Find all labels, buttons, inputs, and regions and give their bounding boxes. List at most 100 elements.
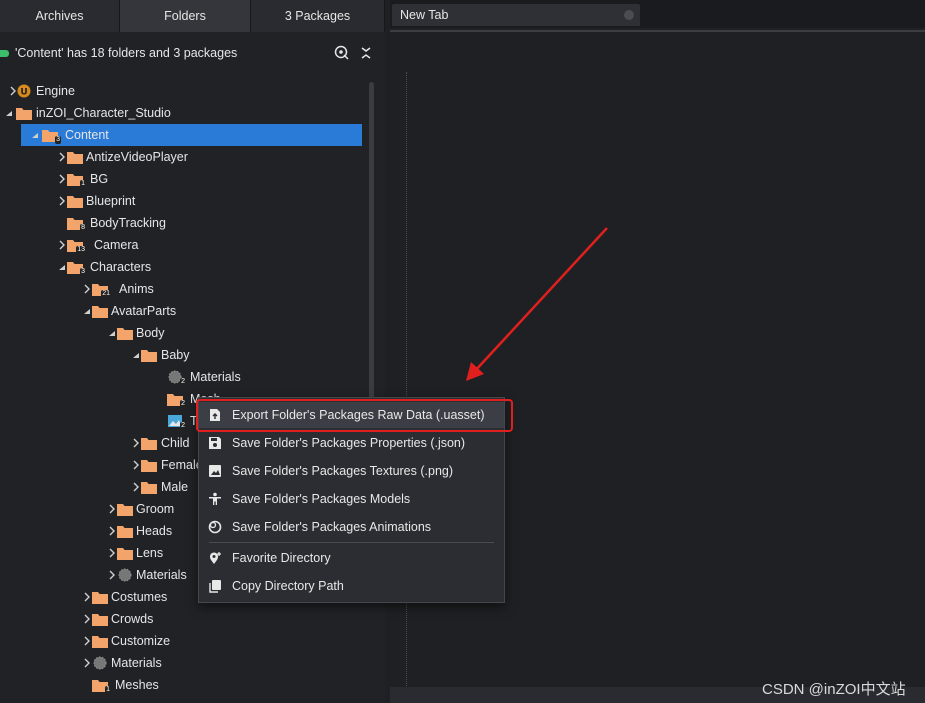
tree-item[interactable]: Customize <box>0 630 372 652</box>
image-icon <box>209 465 221 477</box>
folder-icon: 8 <box>67 216 86 232</box>
indent-guide <box>406 72 407 700</box>
save-properties-item[interactable]: Save Folder's Packages Properties (.json… <box>199 430 504 456</box>
texture-icon: 2 <box>167 414 186 430</box>
tree-item[interactable]: Body <box>0 322 372 344</box>
chevron-right-icon[interactable] <box>107 501 117 517</box>
tree-item[interactable]: 13 Camera <box>0 234 372 256</box>
tree-item[interactable]: Blueprint <box>0 190 372 212</box>
tab-folders[interactable]: Folders <box>120 0 251 32</box>
chevron-right-icon[interactable] <box>57 237 67 253</box>
save-textures-label: Save Folder's Packages Textures (.png) <box>232 464 454 478</box>
tree-item[interactable]: Crowds <box>0 608 372 630</box>
package-count-badge: 2 <box>180 400 186 408</box>
save-models-item[interactable]: Save Folder's Packages Models <box>199 486 504 512</box>
folder-icon <box>16 106 32 120</box>
tree-item[interactable]: 1 Meshes <box>0 674 372 696</box>
folder-icon <box>117 524 133 538</box>
chevron-right-icon[interactable] <box>131 435 141 451</box>
tab-packages[interactable]: 3 Packages <box>251 0 385 32</box>
tree-item-label: BG <box>90 172 109 186</box>
tree-item[interactable]: Materials <box>0 652 372 674</box>
folder-status-row: 'Content' has 18 folders and 3 packages <box>0 36 385 70</box>
folder-icon: 3 <box>42 128 61 144</box>
chevron-down-icon[interactable] <box>107 325 117 341</box>
chevron-right-icon[interactable] <box>57 149 67 165</box>
copy-directory-path-item[interactable]: Copy Directory Path <box>199 573 504 599</box>
tree-item[interactable]: inZOI_Character_Studio <box>0 102 372 124</box>
folder-icon <box>92 634 108 648</box>
tree-item-label: Costumes <box>111 590 168 604</box>
chevron-right-icon[interactable] <box>107 567 117 583</box>
folder-icon: 3 <box>67 260 86 276</box>
chevron-down-icon[interactable] <box>30 127 40 143</box>
tree-item[interactable]: 3 Characters <box>0 256 372 278</box>
tree-item[interactable]: 21 Anims <box>0 278 372 300</box>
tree-item-label: Heads <box>136 524 173 538</box>
tree-item-label: Body <box>136 326 165 340</box>
tree-item-label: Groom <box>136 502 175 516</box>
tree-item-label: Anims <box>119 282 154 296</box>
tree-item-label: Characters <box>90 260 152 274</box>
save-textures-item[interactable]: Save Folder's Packages Textures (.png) <box>199 458 504 484</box>
folder-icon: 21 <box>92 282 111 298</box>
chevron-right-icon[interactable] <box>82 589 92 605</box>
folder-icon <box>92 590 108 604</box>
tree-item[interactable]: 8 BodyTracking <box>0 212 372 234</box>
chevron-right-icon[interactable] <box>131 457 141 473</box>
chevron-right-icon[interactable] <box>131 479 141 495</box>
tree-item-label: Content <box>65 128 109 142</box>
chevron-right-icon[interactable] <box>107 545 117 561</box>
save-animations-item[interactable]: Save Folder's Packages Animations <box>199 514 504 540</box>
menu-separator <box>209 542 494 543</box>
chevron-right-icon[interactable] <box>82 633 92 649</box>
folder-icon <box>117 502 133 516</box>
tree-item-label: Engine <box>36 84 75 98</box>
folder-icon: 2 <box>167 392 186 408</box>
favorite-directory-item[interactable]: Favorite Directory <box>199 545 504 571</box>
package-count-badge: 1 <box>105 686 111 694</box>
chevron-down-icon[interactable] <box>131 347 141 363</box>
folder-icon <box>92 612 108 626</box>
chevron-right-icon[interactable] <box>82 655 92 671</box>
tab-new-tab[interactable]: New Tab <box>392 4 640 26</box>
tree-item[interactable]: 1 BG <box>0 168 372 190</box>
watermark: CSDN @inZOI中文站 <box>762 681 906 698</box>
tree-item[interactable]: AvatarParts <box>0 300 372 322</box>
tree-item[interactable]: 2 Materials <box>0 366 372 388</box>
save-properties-label: Save Folder's Packages Properties (.json… <box>232 436 466 450</box>
folder-icon <box>141 348 157 362</box>
tree-item-label: Child <box>161 436 190 450</box>
chevron-down-icon[interactable] <box>57 259 67 275</box>
chevron-down-icon[interactable] <box>4 105 14 121</box>
chevron-right-icon[interactable] <box>82 281 92 297</box>
tab-archives[interactable]: Archives <box>0 0 120 32</box>
tree-item[interactable]: 3 Content <box>0 124 372 146</box>
chevron-right-icon[interactable] <box>57 193 67 209</box>
tree-scrollbar[interactable] <box>369 82 374 442</box>
tree-item[interactable]: AntizeVideoPlayer <box>0 146 372 168</box>
save-animations-label: Save Folder's Packages Animations <box>232 520 432 534</box>
tree-item-label: Lens <box>136 546 164 560</box>
tree-item-label: Crowds <box>111 612 154 626</box>
chevron-right-icon[interactable] <box>57 171 67 187</box>
locate-folder-icon[interactable] <box>334 45 350 61</box>
collapse-all-icon[interactable] <box>358 45 374 61</box>
chevron-right-icon[interactable] <box>82 611 92 627</box>
tree-item[interactable]: U Engine <box>0 80 372 102</box>
tree-item-label: Female <box>161 458 203 472</box>
chevron-down-icon[interactable] <box>82 303 92 319</box>
folder-icon <box>92 304 108 318</box>
folder-icon <box>117 326 133 340</box>
tree-item[interactable]: Baby <box>0 344 372 366</box>
folder-icon <box>117 546 133 560</box>
chevron-right-icon[interactable] <box>107 523 117 539</box>
package-count-badge: 1 <box>80 180 86 188</box>
save-icon <box>209 437 221 449</box>
person-model-icon <box>209 492 221 505</box>
package-count-badge: 13 <box>76 246 86 254</box>
main-tabbar: New Tab <box>390 0 925 28</box>
tree-item-label: Materials <box>190 370 241 384</box>
close-tab-icon[interactable] <box>624 10 634 20</box>
material-icon <box>117 568 133 582</box>
